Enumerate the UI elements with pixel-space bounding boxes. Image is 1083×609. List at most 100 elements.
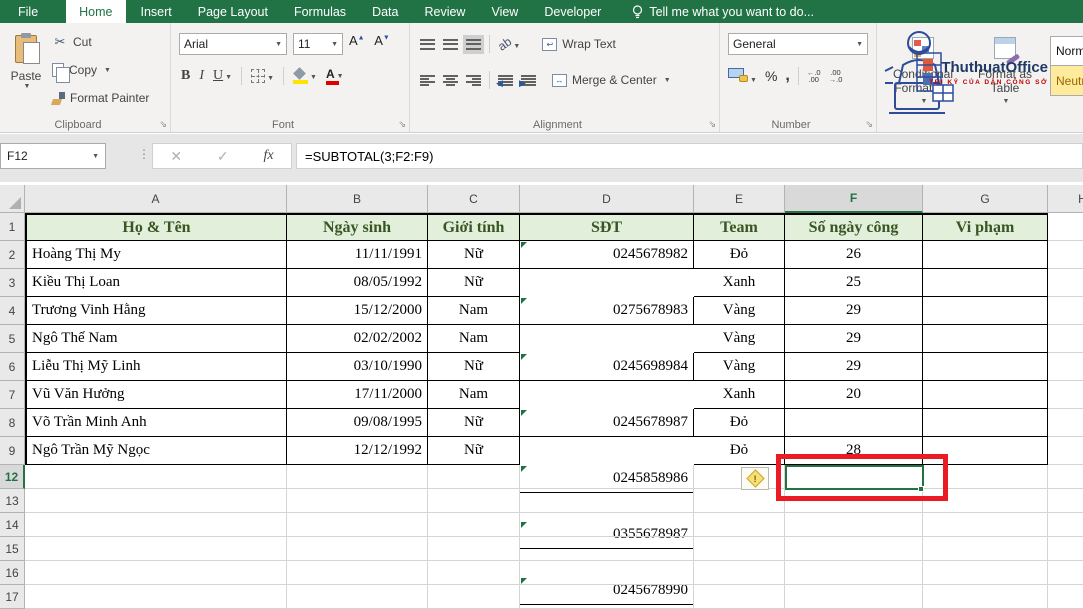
cell-B1[interactable]: Ngày sinh <box>287 213 428 241</box>
merge-center-button[interactable]: ↔ Merge & Center ▼ <box>552 73 671 87</box>
row-header-5[interactable]: 5 <box>0 325 25 353</box>
cell-B6[interactable]: 03/10/1990 <box>287 353 428 381</box>
cell-G16[interactable] <box>923 561 1048 585</box>
cell-F4[interactable]: 29 <box>785 297 923 325</box>
copy-dropdown-arrow[interactable]: ▼ <box>104 67 111 74</box>
cell-E4[interactable]: Vàng <box>694 297 785 325</box>
cell-A9[interactable]: Ngô Trần Mỹ Ngọc <box>25 437 287 465</box>
cell-B17[interactable] <box>287 585 428 609</box>
cell-C15[interactable] <box>428 537 520 561</box>
row-header-16[interactable]: 16 <box>0 561 25 585</box>
cell-C5[interactable]: Nam <box>428 325 520 353</box>
cell-D16[interactable] <box>520 561 694 585</box>
increase-decimal-button[interactable]: ←.0.00 <box>807 69 821 83</box>
cell-E9[interactable]: Đỏ <box>694 437 785 465</box>
cell-H7[interactable] <box>1048 381 1083 409</box>
cell-B15[interactable] <box>287 537 428 561</box>
cell-H13[interactable] <box>1048 489 1083 513</box>
cell-C3[interactable]: Nữ <box>428 269 520 297</box>
cell-D14[interactable] <box>520 513 694 537</box>
cell-C13[interactable] <box>428 489 520 513</box>
number-format-combo[interactable]: General ▼ <box>728 33 868 55</box>
number-format-dropdown-arrow[interactable]: ▼ <box>856 41 863 48</box>
cell-D17[interactable] <box>520 585 694 609</box>
cell-G4[interactable] <box>923 297 1048 325</box>
font-dialog-launcher[interactable]: ⇘ <box>398 119 406 130</box>
tab-file[interactable]: File <box>2 0 54 23</box>
select-all-corner[interactable] <box>0 185 25 213</box>
cell-E3[interactable]: Xanh <box>694 269 785 297</box>
format-as-table-button[interactable]: Format as Table ▼ <box>969 35 1041 109</box>
tab-page-layout[interactable]: Page Layout <box>185 0 281 23</box>
cell-C7[interactable]: Nam <box>428 381 520 409</box>
formula-bar-resize-handle[interactable]: ⋮ <box>138 147 150 161</box>
tab-developer[interactable]: Developer <box>531 0 614 23</box>
cell-E13[interactable] <box>694 489 785 513</box>
font-size-buttons[interactable]: A▲ A▼ <box>349 33 390 48</box>
column-header-E[interactable]: E <box>694 185 785 213</box>
cell-B3[interactable]: 08/05/1992 <box>287 269 428 297</box>
cell-H12[interactable] <box>1048 465 1083 489</box>
tab-home[interactable]: Home <box>66 0 125 23</box>
format-painter-button[interactable]: Format Painter <box>52 87 149 109</box>
align-left-button[interactable] <box>420 74 435 87</box>
cell-B4[interactable]: 15/12/2000 <box>287 297 428 325</box>
cell-H1[interactable] <box>1048 213 1083 241</box>
cell-B5[interactable]: 02/02/2002 <box>287 325 428 353</box>
tab-formulas[interactable]: Formulas <box>281 0 359 23</box>
copy-button[interactable]: Copy ▼ <box>52 59 111 81</box>
cell-C1[interactable]: Giới tính <box>428 213 520 241</box>
conditional-formatting-button[interactable]: Conditional Formatting ▼ <box>887 35 959 109</box>
font-name-dropdown-arrow[interactable]: ▼ <box>275 41 282 48</box>
cell-F1[interactable]: Số ngày công <box>785 213 923 241</box>
cell-A16[interactable] <box>25 561 287 585</box>
cell-C9[interactable]: Nữ <box>428 437 520 465</box>
cell-C12[interactable] <box>428 465 520 489</box>
cell-B16[interactable] <box>287 561 428 585</box>
middle-align-button[interactable] <box>443 38 458 51</box>
cell-E7[interactable]: Xanh <box>694 381 785 409</box>
cell-G8[interactable] <box>923 409 1048 437</box>
cell-A7[interactable]: Vũ Văn Hưởng <box>25 381 287 409</box>
cell-G2[interactable] <box>923 241 1048 269</box>
cell-B8[interactable]: 09/08/1995 <box>287 409 428 437</box>
decrease-indent-button[interactable]: ◀ <box>498 74 513 87</box>
cell-E15[interactable] <box>694 537 785 561</box>
tell-me-box[interactable]: Tell me what you want to do... <box>614 0 814 23</box>
column-header-H[interactable]: H <box>1048 185 1083 213</box>
top-align-button[interactable] <box>420 38 435 51</box>
cell-E6[interactable]: Vàng <box>694 353 785 381</box>
cell-B14[interactable] <box>287 513 428 537</box>
insert-function-button[interactable]: fx <box>263 148 273 164</box>
tab-insert[interactable]: Insert <box>128 0 185 23</box>
column-header-B[interactable]: B <box>287 185 428 213</box>
cell-A3[interactable]: Kiều Thị Loan <box>25 269 287 297</box>
cell-F3[interactable]: 25 <box>785 269 923 297</box>
cell-F5[interactable]: 29 <box>785 325 923 353</box>
cell-B9[interactable]: 12/12/1992 <box>287 437 428 465</box>
cell-A2[interactable]: Hoàng Thị My <box>25 241 287 269</box>
row-header-1[interactable]: 1 <box>0 213 25 241</box>
cell-G3[interactable] <box>923 269 1048 297</box>
row-header-6[interactable]: 6 <box>0 353 25 381</box>
cell-C4[interactable]: Nam <box>428 297 520 325</box>
cell-A12[interactable] <box>25 465 287 489</box>
row-header-3[interactable]: 3 <box>0 269 25 297</box>
column-header-D[interactable]: D <box>520 185 694 213</box>
number-dialog-launcher[interactable]: ⇘ <box>865 119 873 130</box>
tab-review[interactable]: Review <box>411 0 478 23</box>
cell-E8[interactable]: Đỏ <box>694 409 785 437</box>
cell-A14[interactable] <box>25 513 287 537</box>
cell-H3[interactable] <box>1048 269 1083 297</box>
align-center-button[interactable] <box>443 74 458 87</box>
row-header-15[interactable]: 15 <box>0 537 25 561</box>
row-header-17[interactable]: 17 <box>0 585 25 609</box>
grow-font-icon[interactable]: A▲ <box>349 33 365 48</box>
merge-center-dropdown-arrow[interactable]: ▼ <box>664 77 671 84</box>
cell-D1[interactable]: SĐT <box>520 213 694 241</box>
cell-G6[interactable] <box>923 353 1048 381</box>
row-header-2[interactable]: 2 <box>0 241 25 269</box>
italic-button[interactable]: I <box>199 68 204 84</box>
paste-button[interactable]: Paste ▼ <box>6 31 46 123</box>
accounting-format-button[interactable]: ▼ <box>728 68 757 85</box>
